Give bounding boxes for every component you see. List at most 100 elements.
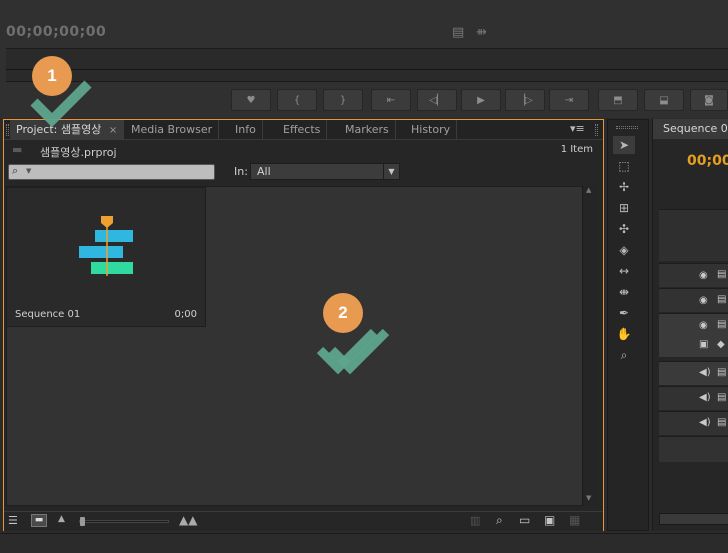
audio-track-1[interactable]: ◀) ▤: [659, 361, 728, 385]
scroll-down-icon[interactable]: ▼: [586, 494, 591, 502]
speaker-icon[interactable]: ◀): [699, 392, 711, 403]
zoom-slider[interactable]: [79, 517, 169, 526]
lift-icon: ⬒: [613, 94, 623, 106]
zoom-slider-handle[interactable]: [80, 517, 85, 526]
status-strip: [0, 533, 728, 553]
mark-out-icon: }: [339, 94, 347, 106]
play-icon: ▶: [477, 94, 485, 106]
in-filter-value: All: [257, 165, 271, 178]
add-marker-button[interactable]: ♥: [231, 89, 271, 111]
in-filter-select[interactable]: All ▼: [250, 163, 400, 180]
panel-grip-right-icon[interactable]: [595, 124, 598, 136]
eye-icon[interactable]: ◉: [699, 295, 708, 306]
item-count: 1 Item: [560, 144, 593, 155]
razor-tool-icon[interactable]: ◈: [613, 241, 635, 259]
sequence-duration: 0;00: [174, 309, 197, 320]
audio-clip-icon[interactable]: ▤: [717, 417, 726, 428]
new-bin-icon[interactable]: ▭: [519, 513, 530, 527]
step-forward-button[interactable]: ▕▷: [505, 89, 545, 111]
video-track-1[interactable]: ◉ ▤ ▣ ◆: [659, 313, 728, 357]
speaker-icon[interactable]: ◀): [699, 367, 711, 378]
audio-clip-icon[interactable]: ▤: [717, 392, 726, 403]
film-icon[interactable]: ▤: [717, 319, 726, 330]
audio-waveform-icon[interactable]: ⇻: [476, 25, 487, 40]
tools-panel: ➤ ⬚ ✢ ⊞ ✣ ◈ ↔ ⇼ ✒ ✋ ⌕: [607, 119, 649, 531]
film-icon[interactable]: ▤: [452, 25, 464, 40]
step-back-button[interactable]: ◁▏: [417, 89, 457, 111]
audio-track-2[interactable]: ◀) ▤: [659, 386, 728, 410]
sequence-item[interactable]: Sequence 01 0;00: [6, 187, 206, 327]
keyframe-toggle-icon[interactable]: ▣: [699, 339, 708, 350]
timeline-ruler[interactable]: [659, 209, 728, 261]
lift-button[interactable]: ⬒: [598, 89, 638, 111]
in-label: In:: [234, 165, 248, 178]
export-frame-button[interactable]: ◙: [690, 89, 728, 111]
video-track-2[interactable]: ◉ ▤: [659, 288, 728, 312]
project-bottom-bar: ☰ ▬ ▲ ▲▲ ▥ ⌕ ▭ ▣ ▦: [4, 511, 603, 531]
tab-sequence[interactable]: Sequence 01: [653, 119, 728, 139]
extract-icon: ⬓: [659, 94, 669, 106]
ripple-edit-tool-icon[interactable]: ✢: [613, 178, 635, 196]
sequence-name: Sequence 01: [15, 309, 81, 320]
mark-out-button[interactable]: }: [323, 89, 363, 111]
zoom-out-icon[interactable]: ▲: [58, 514, 65, 524]
timeline-scrollbar[interactable]: [659, 513, 728, 525]
find-icon[interactable]: ⌕: [496, 513, 503, 528]
slide-tool-icon[interactable]: ⇼: [613, 283, 635, 301]
master-track[interactable]: [659, 436, 728, 462]
go-to-in-button[interactable]: ⇤: [371, 89, 411, 111]
extract-button[interactable]: ⬓: [644, 89, 684, 111]
panel-menu-icon[interactable]: ▾≡: [570, 122, 585, 135]
zoom-in-icon[interactable]: ▲▲: [179, 513, 197, 527]
eye-icon[interactable]: ◉: [699, 320, 708, 331]
chevron-down-icon: ▼: [383, 164, 399, 179]
mark-in-button[interactable]: {: [277, 89, 317, 111]
eye-icon[interactable]: ◉: [699, 270, 708, 281]
tools-grip-icon[interactable]: [616, 126, 638, 129]
automate-to-sequence-icon[interactable]: ▥: [470, 514, 480, 527]
rolling-edit-tool-icon[interactable]: ⊞: [613, 199, 635, 217]
trash-icon[interactable]: ▦: [569, 513, 580, 527]
keyframe-diamond-icon[interactable]: ◆: [717, 339, 725, 350]
sequence-thumbnail-icon: [79, 216, 133, 276]
program-monitor: 00;00;00;00 ▤ ⇻ ♥ {} ⇤ ◁▏ ▶ ▕▷ ⇥ ⬒ ⬓ ◙: [0, 0, 728, 118]
scroll-up-icon[interactable]: ▲: [586, 186, 591, 194]
hand-tool-icon[interactable]: ✋: [613, 325, 635, 343]
selection-tool-icon[interactable]: ➤: [613, 136, 635, 154]
project-header: ▬ 샘플영상.prproj 1 Item: [4, 141, 603, 161]
checkmark-2-icon: [316, 328, 390, 375]
tab-history[interactable]: History: [405, 120, 458, 140]
search-dropdown-icon[interactable]: ▼: [26, 167, 31, 175]
playhead-timecode[interactable]: 00;00;00;00: [6, 24, 106, 40]
pen-tool-icon[interactable]: ✒: [613, 304, 635, 322]
panel-grip-icon[interactable]: [6, 124, 9, 136]
film-icon[interactable]: ▤: [717, 269, 726, 280]
tab-effects[interactable]: Effects: [277, 120, 328, 140]
film-icon[interactable]: ▤: [717, 294, 726, 305]
tab-info[interactable]: Info: [229, 120, 263, 140]
play-button[interactable]: ▶: [461, 89, 501, 111]
go-to-out-button[interactable]: ⇥: [549, 89, 589, 111]
checkmark-1-icon: [30, 80, 92, 128]
search-input[interactable]: ⌕ ▼: [8, 164, 215, 180]
tab-media-browser[interactable]: Media Browser: [125, 120, 220, 140]
close-tab-icon[interactable]: ×: [109, 125, 117, 136]
speaker-icon[interactable]: ◀): [699, 417, 711, 428]
track-select-tool-icon[interactable]: ⬚: [613, 157, 635, 175]
go-to-out-icon: ⇥: [564, 94, 574, 106]
project-folder-icon: ▬: [12, 143, 23, 156]
audio-track-3[interactable]: ◀) ▤: [659, 411, 728, 435]
rate-stretch-tool-icon[interactable]: ✣: [613, 220, 635, 238]
audio-clip-icon[interactable]: ▤: [717, 367, 726, 378]
new-item-icon[interactable]: ▣: [544, 513, 555, 527]
step-forward-icon: ▕▷: [517, 94, 533, 106]
icon-view-icon[interactable]: ▬: [31, 514, 47, 527]
list-view-icon[interactable]: ☰: [8, 514, 18, 527]
bin-scrollbar[interactable]: ▲ ▼: [582, 186, 596, 506]
slip-tool-icon[interactable]: ↔: [613, 262, 635, 280]
timeline-timecode[interactable]: 00;00;: [687, 153, 728, 169]
tab-markers[interactable]: Markers: [339, 120, 396, 140]
zoom-tool-icon[interactable]: ⌕: [613, 346, 635, 364]
video-track-3[interactable]: ◉ ▤: [659, 263, 728, 287]
time-ruler[interactable]: [6, 48, 728, 82]
